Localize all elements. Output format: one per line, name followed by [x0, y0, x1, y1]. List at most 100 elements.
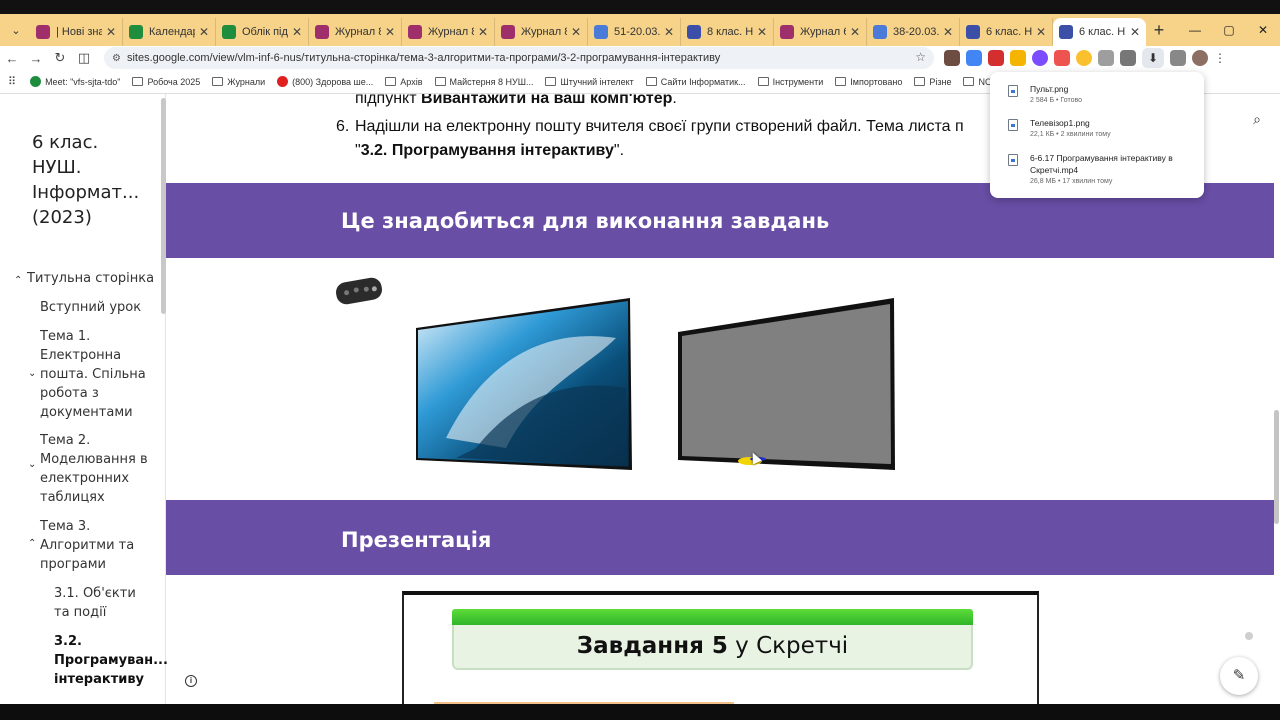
browser-tab[interactable]: 6 клас. НУШ ✕: [960, 18, 1053, 46]
site-title[interactable]: 6 клас. НУШ. Інформат... (2023): [32, 130, 152, 230]
tab-close-icon[interactable]: ✕: [571, 25, 581, 39]
site-info-icon[interactable]: ⚙: [112, 53, 121, 64]
screenshot-icon[interactable]: [1120, 50, 1136, 66]
extension-icon[interactable]: [944, 50, 960, 66]
bookmark-label: Meet: "vfs-sjta-tdo": [45, 76, 121, 87]
previous-step-plain: підпункт: [355, 94, 422, 107]
tab-close-icon[interactable]: ✕: [1036, 25, 1046, 39]
bookmark-item[interactable]: Штучний інтелект: [545, 77, 634, 87]
forward-button[interactable]: →: [24, 51, 48, 66]
maximize-button[interactable]: ▢: [1212, 14, 1246, 46]
tab-close-icon[interactable]: ✕: [292, 25, 302, 39]
window-controls: — ▢ ✕: [1178, 14, 1280, 46]
url-text: sites.google.com/view/vlm-inf-6-nus/титу…: [126, 52, 721, 64]
tab-close-icon[interactable]: ✕: [850, 25, 860, 39]
tab-favicon-icon: [408, 25, 422, 39]
sidebar-item-3-2[interactable]: 3.2. Програмуван... інтерактиву: [54, 632, 168, 689]
extension-icon[interactable]: [988, 50, 1004, 66]
tab-title: 8 клас. НУШ: [707, 26, 753, 38]
folder-icon: [835, 77, 847, 86]
search-icon[interactable]: ⌕: [1244, 106, 1270, 132]
extensions-puzzle-icon[interactable]: [1098, 50, 1114, 66]
chevron-up-icon[interactable]: ⌃: [28, 538, 36, 549]
media-control-icon[interactable]: [1170, 50, 1186, 66]
browser-tab[interactable]: Журнал 8-А ✕: [309, 18, 402, 46]
site-sidebar: 6 клас. НУШ. Інформат... (2023) ⌃ Титуль…: [0, 94, 168, 704]
browser-tab[interactable]: 38-20.03.2025 ✕: [867, 18, 960, 46]
translate-icon[interactable]: [966, 50, 982, 66]
tab-favicon-icon: [966, 25, 980, 39]
browser-tab[interactable]: 6 клас. НУШ ✕: [1053, 18, 1146, 46]
bookmark-item[interactable]: Різне: [914, 77, 951, 87]
screen-top-edge: [0, 0, 1280, 14]
folder-icon: [645, 77, 657, 86]
browser-tab[interactable]: 8 клас. НУШ ✕: [681, 18, 774, 46]
bookmark-item[interactable]: Архів: [385, 77, 423, 87]
presentation-embed[interactable]: Завдання 5 у Скретчі: [402, 591, 1039, 704]
extension-icon[interactable]: [1032, 50, 1048, 66]
bookmark-item[interactable]: Сайти Інформатик...: [645, 77, 746, 87]
page-scrollbar[interactable]: [1274, 410, 1279, 524]
sidebar-item-3-1[interactable]: 3.1. Об'єкти та події: [54, 584, 154, 622]
bookmark-item[interactable]: Майстерня 8 НУШ...: [434, 77, 533, 87]
chevron-down-icon[interactable]: ⌄: [28, 368, 36, 379]
step-6-number: 6.: [336, 118, 350, 135]
bookmark-item[interactable]: Журнали: [212, 77, 265, 87]
browser-tab[interactable]: Облік підготовки ✕: [216, 18, 309, 46]
remote-control-image[interactable]: [334, 276, 384, 306]
browser-tab[interactable]: Журнал 6-А ✕: [774, 18, 867, 46]
extension-icon[interactable]: [1076, 50, 1092, 66]
tab-close-icon[interactable]: ✕: [199, 25, 209, 39]
bookmark-star-icon[interactable]: ☆: [915, 50, 926, 64]
profile-avatar[interactable]: [1192, 50, 1208, 66]
minimize-button[interactable]: —: [1178, 14, 1212, 46]
folder-icon: [914, 77, 926, 86]
bookmark-item[interactable]: Робоча 2025: [132, 77, 200, 87]
address-bar[interactable]: ⚙ sites.google.com/view/vlm-inf-6-nus/ти…: [104, 47, 934, 69]
tab-search-button[interactable]: ⌄: [2, 16, 30, 44]
step-6-subject: "3.2. Програмування інтерактиву".: [355, 142, 624, 160]
download-icon[interactable]: ⬇: [1142, 48, 1164, 68]
back-button[interactable]: ←: [0, 51, 24, 66]
tab-favicon-icon: [1059, 25, 1073, 39]
sidebar-item-intro[interactable]: Вступний урок: [40, 298, 141, 317]
browser-tab[interactable]: | Нові знання ✕: [30, 18, 123, 46]
browser-tab[interactable]: Журнал 8-В ✕: [495, 18, 588, 46]
tab-close-icon[interactable]: ✕: [757, 25, 767, 39]
tab-close-icon[interactable]: ✕: [943, 25, 953, 39]
reload-button[interactable]: ↻: [48, 50, 72, 66]
tab-close-icon[interactable]: ✕: [478, 25, 488, 39]
browser-tab[interactable]: Календарн ✕: [123, 18, 216, 46]
new-tab-button[interactable]: +: [1146, 20, 1172, 41]
chevron-down-icon[interactable]: ⌄: [28, 459, 36, 470]
extension-icon[interactable]: [1010, 50, 1026, 66]
chevron-up-icon[interactable]: ⌃: [14, 275, 22, 286]
extension-icon[interactable]: [1054, 50, 1070, 66]
menu-icon[interactable]: ⋮: [1214, 51, 1226, 65]
tab-close-icon[interactable]: ✕: [1130, 25, 1140, 39]
browser-tab[interactable]: Журнал 8-Б ✕: [402, 18, 495, 46]
bookmark-item[interactable]: Інструменти: [757, 77, 823, 87]
file-icon: [1008, 85, 1018, 97]
sidebar-item-topic-1[interactable]: Тема 1. Електронна пошта. Спільна робота…: [40, 327, 150, 422]
bookmark-item[interactable]: (800) Здорова ше...: [277, 76, 373, 87]
tv-gray-image[interactable]: [678, 298, 896, 470]
tab-close-icon[interactable]: ✕: [385, 25, 395, 39]
bookmark-favicon-icon: [277, 76, 289, 87]
download-meta: 2 584 Б • Готово: [1030, 97, 1083, 104]
sidebar-item-topic-2[interactable]: Тема 2. Моделювання в електронних таблиц…: [40, 431, 152, 507]
bookmark-item[interactable]: Meet: "vfs-sjta-tdo": [30, 76, 120, 87]
tab-close-icon[interactable]: ✕: [106, 25, 116, 39]
tv-wave-image[interactable]: [416, 298, 632, 470]
edit-pencil-icon[interactable]: ✎: [1220, 657, 1258, 695]
step-6-subject-bold: 3.2. Програмування інтерактиву: [360, 142, 614, 159]
tab-bar: ⌄ | Нові знання✕Календарн✕Облік підготов…: [0, 14, 1280, 46]
sidebar-panel-icon[interactable]: ◫: [72, 50, 96, 66]
close-window-button[interactable]: ✕: [1246, 14, 1280, 46]
browser-tab[interactable]: 51-20.03.2025 ✕: [588, 18, 681, 46]
sidebar-item-topic-3[interactable]: Тема 3. Алгоритми та програми: [40, 517, 150, 574]
sidebar-item-title-page[interactable]: Титульна сторінка: [27, 269, 154, 288]
bookmark-item[interactable]: Імпортовано: [835, 77, 902, 87]
tab-close-icon[interactable]: ✕: [664, 25, 674, 39]
apps-grid-icon[interactable]: ⠿: [8, 75, 16, 88]
